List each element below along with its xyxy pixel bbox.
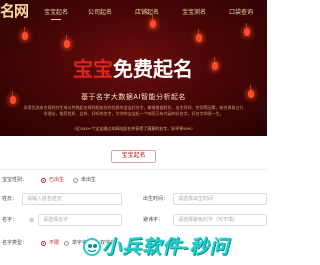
hero-subtitle: 基于名字大数据AI智能分析起名 xyxy=(80,94,187,101)
name-label: 名字： xyxy=(2,217,18,223)
nav-item-label: 口袋查询 xyxy=(229,10,254,16)
birth-time-label: 出生时间： xyxy=(143,196,169,202)
lantern-icon xyxy=(22,27,28,40)
nav-item-pocket-lookup[interactable]: 口袋查询 xyxy=(229,9,253,20)
birth-time-input[interactable]: 请选择出生时间 xyxy=(173,193,267,205)
nav-item-label: 店铺起名 xyxy=(135,10,160,16)
radio-unborn-label[interactable]: 未出生 xyxy=(81,177,96,184)
hero-title-highlight: 宝宝 xyxy=(73,59,113,81)
nav-item-label: 公司起名 xyxy=(88,10,113,16)
nav-item-label: 宝宝测名 xyxy=(182,10,207,16)
nav-item-baby-name-test[interactable]: 宝宝测名 xyxy=(182,9,206,20)
radio-born[interactable] xyxy=(41,178,46,183)
gear-icon: ⚙ xyxy=(29,217,35,224)
avoid-chars-label: 避讳字： xyxy=(143,217,164,223)
surname-label: 姓氏： xyxy=(2,196,18,202)
radio-type-single[interactable] xyxy=(64,241,69,246)
name-type-label: 名字类型： xyxy=(2,240,28,246)
watermark-logo-icon xyxy=(83,238,101,256)
surname-input[interactable]: 请输入姓名姓氏 xyxy=(22,193,122,205)
hero-note: （近1000+个宝宝通过本网站起名并获得了满意的名字，好评率99%） xyxy=(71,126,196,131)
lantern-icon xyxy=(244,23,250,36)
radio-unborn[interactable] xyxy=(73,178,78,183)
section-tab-baby-naming[interactable]: 宝宝起名 xyxy=(111,150,156,163)
lantern-icon xyxy=(196,29,202,42)
radio-type-any[interactable] xyxy=(41,241,46,246)
divider xyxy=(0,169,267,170)
nav-item-shop-naming[interactable]: 店铺起名 xyxy=(135,9,159,20)
nav-item-label: 宝宝起名 xyxy=(44,10,69,16)
nav-item-baby-naming[interactable]: 宝宝起名 xyxy=(44,9,68,20)
gender-label: 宝宝性别： xyxy=(2,177,28,183)
lantern-icon xyxy=(64,35,70,48)
name-select[interactable]: 请选择名字 xyxy=(38,214,122,226)
main-nav: 宝宝起名 公司起名 店铺起名 宝宝测名 口袋查询 xyxy=(0,9,267,23)
hero-description: 采用优选命名规则并生成与传统起名规则相结合的优质的宝宝好名字，能够根据姓氏、出生… xyxy=(23,105,244,116)
nav-item-company-naming[interactable]: 公司起名 xyxy=(88,9,112,20)
radio-type-any-label[interactable]: 不限 xyxy=(49,240,59,247)
hero-title: 宝宝免费起名 xyxy=(50,58,216,82)
hero-banner: 名网 宝宝起名 公司起名 店铺起名 宝宝测名 口袋查询 宝宝免费起名 基于名字大… xyxy=(0,0,267,136)
hero-title-main: 免费起名 xyxy=(113,59,193,81)
nav-active-underline xyxy=(51,19,61,20)
watermark-text: 小兵软件-秒问 xyxy=(102,237,230,258)
avoid-chars-input[interactable]: 请选择避免的字（可不填） xyxy=(173,214,267,226)
radio-born-label[interactable]: 已出生 xyxy=(49,177,64,184)
